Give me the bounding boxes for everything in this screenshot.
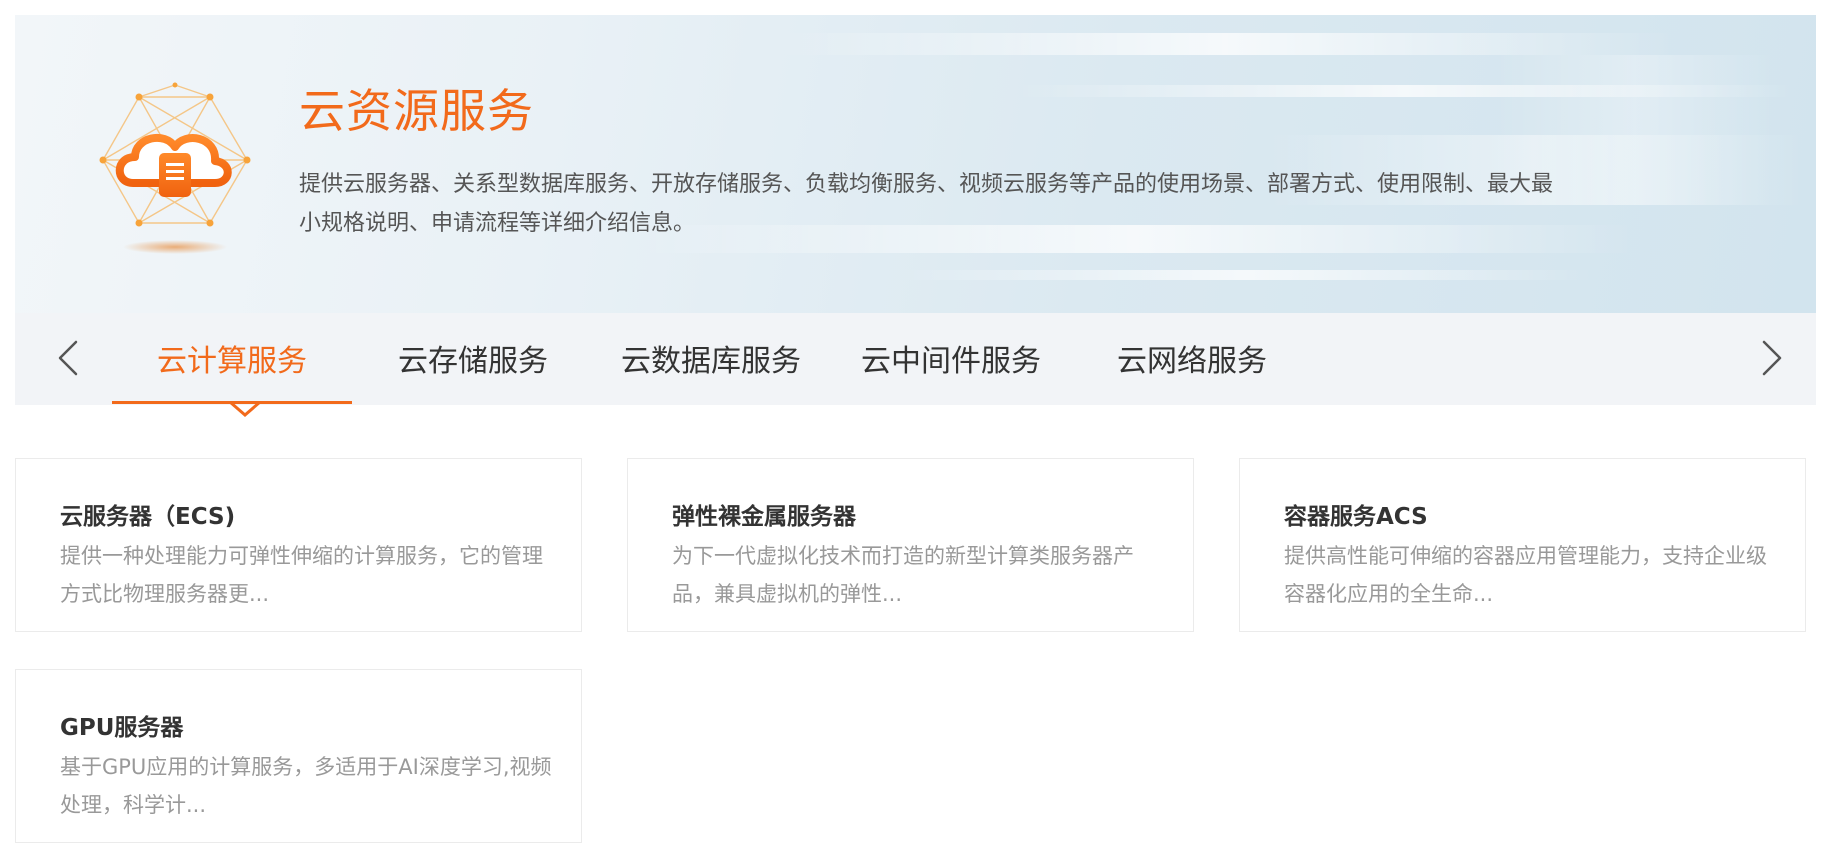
card-title: 弹性裸金属服务器 [672, 504, 856, 530]
tab-cloud-network[interactable]: 云网络服务 [1117, 313, 1267, 405]
product-card[interactable]: 容器服务ACS 提供高性能可伸缩的容器应用管理能力，支持企业级容器化应用的全生命… [1239, 458, 1806, 632]
banner: 云资源服务 提供云服务器、关系型数据库服务、开放存储服务、负载均衡服务、视频云服… [15, 15, 1816, 313]
card-title: GPU服务器 [60, 715, 184, 741]
banner-decoration [895, 270, 1595, 280]
tab-cloud-compute[interactable]: 云计算服务 [157, 313, 307, 405]
tab-cloud-database[interactable]: 云数据库服务 [621, 313, 801, 405]
card-description: 提供一种处理能力可弹性伸缩的计算服务，它的管理方式比物理服务器更... [60, 544, 543, 606]
chevron-right-icon[interactable] [1747, 333, 1797, 383]
card-title: 容器服务ACS [1284, 504, 1428, 530]
cloud-server-icon [85, 75, 255, 265]
category-tabs: 云计算服务 云存储服务 云数据库服务 云中间件服务 云网络服务 [15, 313, 1816, 417]
card-description: 提供高性能可伸缩的容器应用管理能力，支持企业级容器化应用的全生命... [1284, 544, 1767, 606]
banner-description: 提供云服务器、关系型数据库服务、开放存储服务、负载均衡服务、视频云服务等产品的使… [299, 172, 1554, 236]
tab-cloud-storage[interactable]: 云存储服务 [398, 313, 548, 405]
chevron-left-icon[interactable] [43, 333, 93, 383]
card-description: 基于GPU应用的计算服务，多适用于AI深度学习,视频处理，科学计... [60, 755, 552, 817]
caret-down-icon [229, 401, 261, 417]
product-card[interactable]: 弹性裸金属服务器 为下一代虚拟化技术而打造的新型计算类服务器产品，兼具虚拟机的弹… [627, 458, 1194, 632]
banner-title: 云资源服务 [299, 84, 534, 138]
card-description: 为下一代虚拟化技术而打造的新型计算类服务器产品，兼具虚拟机的弹性... [672, 544, 1134, 606]
banner-decoration [775, 33, 1675, 55]
product-card[interactable]: 云服务器（ECS) 提供一种处理能力可弹性伸缩的计算服务，它的管理方式比物理服务… [15, 458, 582, 632]
tab-cloud-middleware[interactable]: 云中间件服务 [861, 313, 1041, 405]
card-title: 云服务器（ECS) [60, 504, 236, 530]
product-card[interactable]: GPU服务器 基于GPU应用的计算服务，多适用于AI深度学习,视频处理，科学计.… [15, 669, 582, 843]
